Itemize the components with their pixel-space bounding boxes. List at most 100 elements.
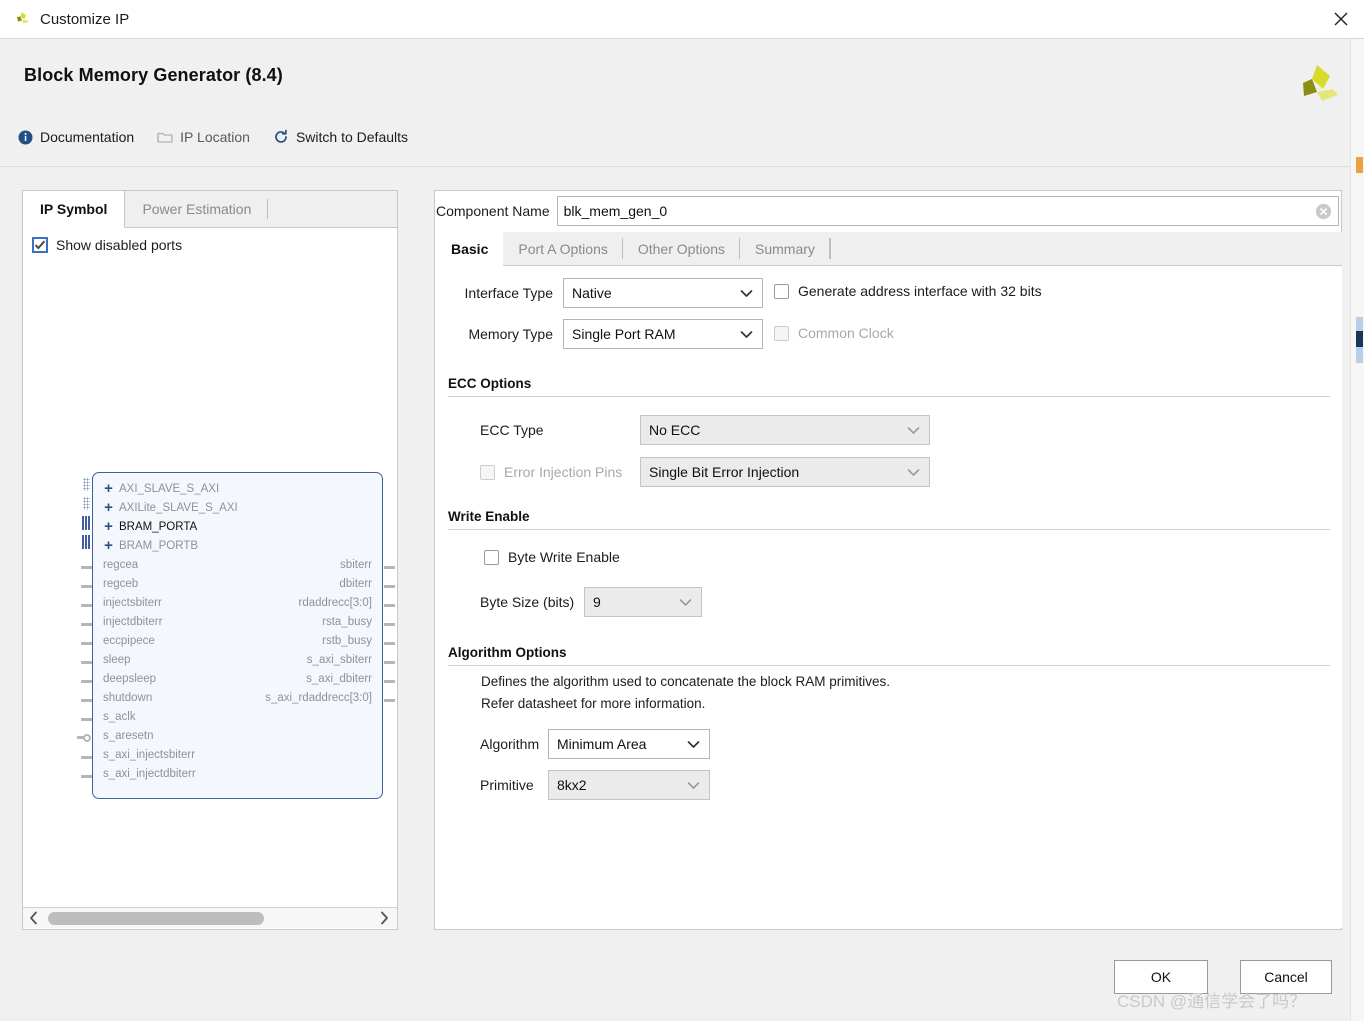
symbol-input-s-aresetn: s_aresetn <box>103 726 154 745</box>
info-icon <box>16 128 34 146</box>
scroll-left-arrow-icon[interactable] <box>23 908 45 929</box>
tab-power-estimation-label: Power Estimation <box>142 201 252 217</box>
checkbox-unchecked-icon <box>484 549 499 565</box>
bus-connector-bram-portb <box>82 535 90 549</box>
generate-address-interface-checkbox[interactable]: Generate address interface with 32 bits <box>774 283 1042 299</box>
memory-type-row: Memory Type Single Port RAM <box>450 319 763 349</box>
algorithm-options-title: Algorithm Options <box>448 645 567 660</box>
output-pin-stub <box>384 661 395 664</box>
ecc-options-title: ECC Options <box>448 376 532 391</box>
tab-port-a-options[interactable]: Port A Options <box>503 232 623 265</box>
common-clock-checkbox[interactable]: Common Clock <box>774 325 894 341</box>
component-name-input[interactable]: blk_mem_gen_0 <box>556 196 1339 226</box>
chevron-down-icon <box>687 730 700 758</box>
symbol-port-label: rsta_busy <box>322 615 372 628</box>
error-injection-pins-checkbox[interactable]: Error Injection Pins <box>480 464 640 480</box>
symbol-bus-label: AXI_SLAVE_S_AXI <box>119 482 220 495</box>
symbol-input-eccpipece: eccpipece <box>103 631 155 650</box>
ip-symbol-horizontal-scrollbar[interactable] <box>23 907 397 928</box>
tab-ip-symbol[interactable]: IP Symbol <box>23 191 126 228</box>
expand-plus-icon[interactable]: + <box>103 500 114 515</box>
common-clock-row: Common Clock <box>774 325 894 341</box>
output-pin-stub <box>384 604 395 607</box>
checkbox-unchecked-disabled-icon <box>774 325 789 341</box>
ip-location-link[interactable]: IP Location <box>156 128 250 146</box>
input-pin-stub <box>81 566 92 569</box>
tab-basic[interactable]: Basic <box>436 232 504 266</box>
interface-type-select[interactable]: Native <box>563 278 763 308</box>
bus-connector-axi-slave <box>83 478 90 491</box>
write-enable-title: Write Enable <box>448 509 530 524</box>
pin-stub <box>77 736 84 739</box>
close-icon[interactable] <box>1318 0 1364 38</box>
symbol-port-label: regcea <box>103 558 139 571</box>
bus-connector-axilite-slave <box>83 497 90 510</box>
byte-write-enable-row: Byte Write Enable <box>484 549 620 565</box>
ip-symbol-panel: IP Symbol Power Estimation Show disabled… <box>22 190 398 930</box>
algorithm-select[interactable]: Minimum Area <box>548 729 710 759</box>
documentation-link[interactable]: Documentation <box>16 128 134 146</box>
scrollbar-thumb[interactable] <box>48 912 264 925</box>
tab-other-options[interactable]: Other Options <box>623 232 741 265</box>
interface-type-row: Interface Type Native <box>450 278 763 308</box>
symbol-port-label: rstb_busy <box>322 634 372 647</box>
input-pin-stub <box>81 623 92 626</box>
show-disabled-ports-checkbox[interactable]: Show disabled ports <box>32 237 182 253</box>
symbol-input-s-axi-injectdbiterr: s_axi_injectdbiterr <box>103 764 196 783</box>
symbol-port-label: regceb <box>103 577 139 590</box>
symbol-port-label: dbiterr <box>339 577 372 590</box>
primitive-select[interactable]: 8kx2 <box>548 770 710 800</box>
algorithm-description-line2: Refer datasheet for more information. <box>481 696 706 711</box>
write-enable-section: Write Enable <box>448 509 1330 530</box>
right-edge-scroll-strip[interactable] <box>1350 39 1364 1021</box>
tab-basic-label: Basic <box>451 240 489 257</box>
expand-plus-icon[interactable]: + <box>103 481 114 496</box>
watermark-text: CSDN @通信学会了吗？ <box>1117 992 1307 1011</box>
tab-summary[interactable]: Summary <box>740 232 830 265</box>
symbol-output-rdaddrecc: rdaddrecc[3:0] <box>298 593 372 612</box>
input-pin-stub <box>81 604 92 607</box>
ecc-type-label: ECC Type <box>480 422 544 438</box>
tab-power-estimation[interactable]: Power Estimation <box>125 191 269 227</box>
symbol-port-label: injectsbiterr <box>103 596 162 609</box>
clear-circle-icon[interactable] <box>1315 203 1332 220</box>
input-pin-stub <box>81 642 92 645</box>
expand-plus-icon[interactable]: + <box>103 538 114 553</box>
component-name-value: blk_mem_gen_0 <box>563 203 668 219</box>
title-bar: Customize IP <box>0 0 1364 39</box>
symbol-output-rsta-busy: rsta_busy <box>322 612 372 631</box>
chevron-down-icon <box>740 279 753 307</box>
inversion-bubble-icon <box>83 733 91 742</box>
ecc-type-value: No ECC <box>649 422 701 438</box>
symbol-port-label: s_axi_rdaddrecc[3:0] <box>265 691 372 704</box>
symbol-port-label: s_axi_sbiterr <box>306 653 372 666</box>
symbol-port-label: rdaddrecc[3:0] <box>298 596 372 609</box>
memory-type-select[interactable]: Single Port RAM <box>563 319 763 349</box>
left-panel-tabbar: IP Symbol Power Estimation <box>23 191 397 228</box>
symbol-output-dbiterr: dbiterr <box>339 574 372 593</box>
symbol-bus-label: BRAM_PORTB <box>119 539 199 552</box>
checkbox-unchecked-disabled-icon <box>480 464 495 480</box>
ecc-type-select[interactable]: No ECC <box>640 415 930 445</box>
memory-type-label: Memory Type <box>468 326 553 342</box>
error-injection-type-select[interactable]: Single Bit Error Injection <box>640 457 930 487</box>
input-pin-stub <box>81 775 92 778</box>
expand-plus-icon[interactable]: + <box>103 519 114 534</box>
tab-other-options-label: Other Options <box>637 240 726 257</box>
switch-to-defaults-link[interactable]: Switch to Defaults <box>272 128 408 146</box>
switch-to-defaults-label: Switch to Defaults <box>295 129 409 145</box>
byte-size-select[interactable]: 9 <box>584 587 702 617</box>
symbol-output-rstb-busy: rstb_busy <box>322 631 372 650</box>
symbol-port-label: s_aclk <box>103 710 136 723</box>
symbol-input-injectsbiterr: injectsbiterr <box>103 593 162 612</box>
section-divider <box>448 529 1330 530</box>
symbol-bus-axi-slave: + AXI_SLAVE_S_AXI <box>103 479 219 498</box>
byte-write-enable-checkbox[interactable]: Byte Write Enable <box>484 549 620 565</box>
scroll-right-arrow-icon[interactable] <box>373 908 395 929</box>
config-tabbar: Basic Port A Options Other Options Summa… <box>436 232 1342 266</box>
generate-address-interface-row: Generate address interface with 32 bits <box>774 283 1042 299</box>
ok-button-label: OK <box>1150 969 1172 985</box>
chevron-down-icon <box>687 771 700 799</box>
chevron-down-icon <box>907 416 920 444</box>
algorithm-label: Algorithm <box>480 736 540 752</box>
